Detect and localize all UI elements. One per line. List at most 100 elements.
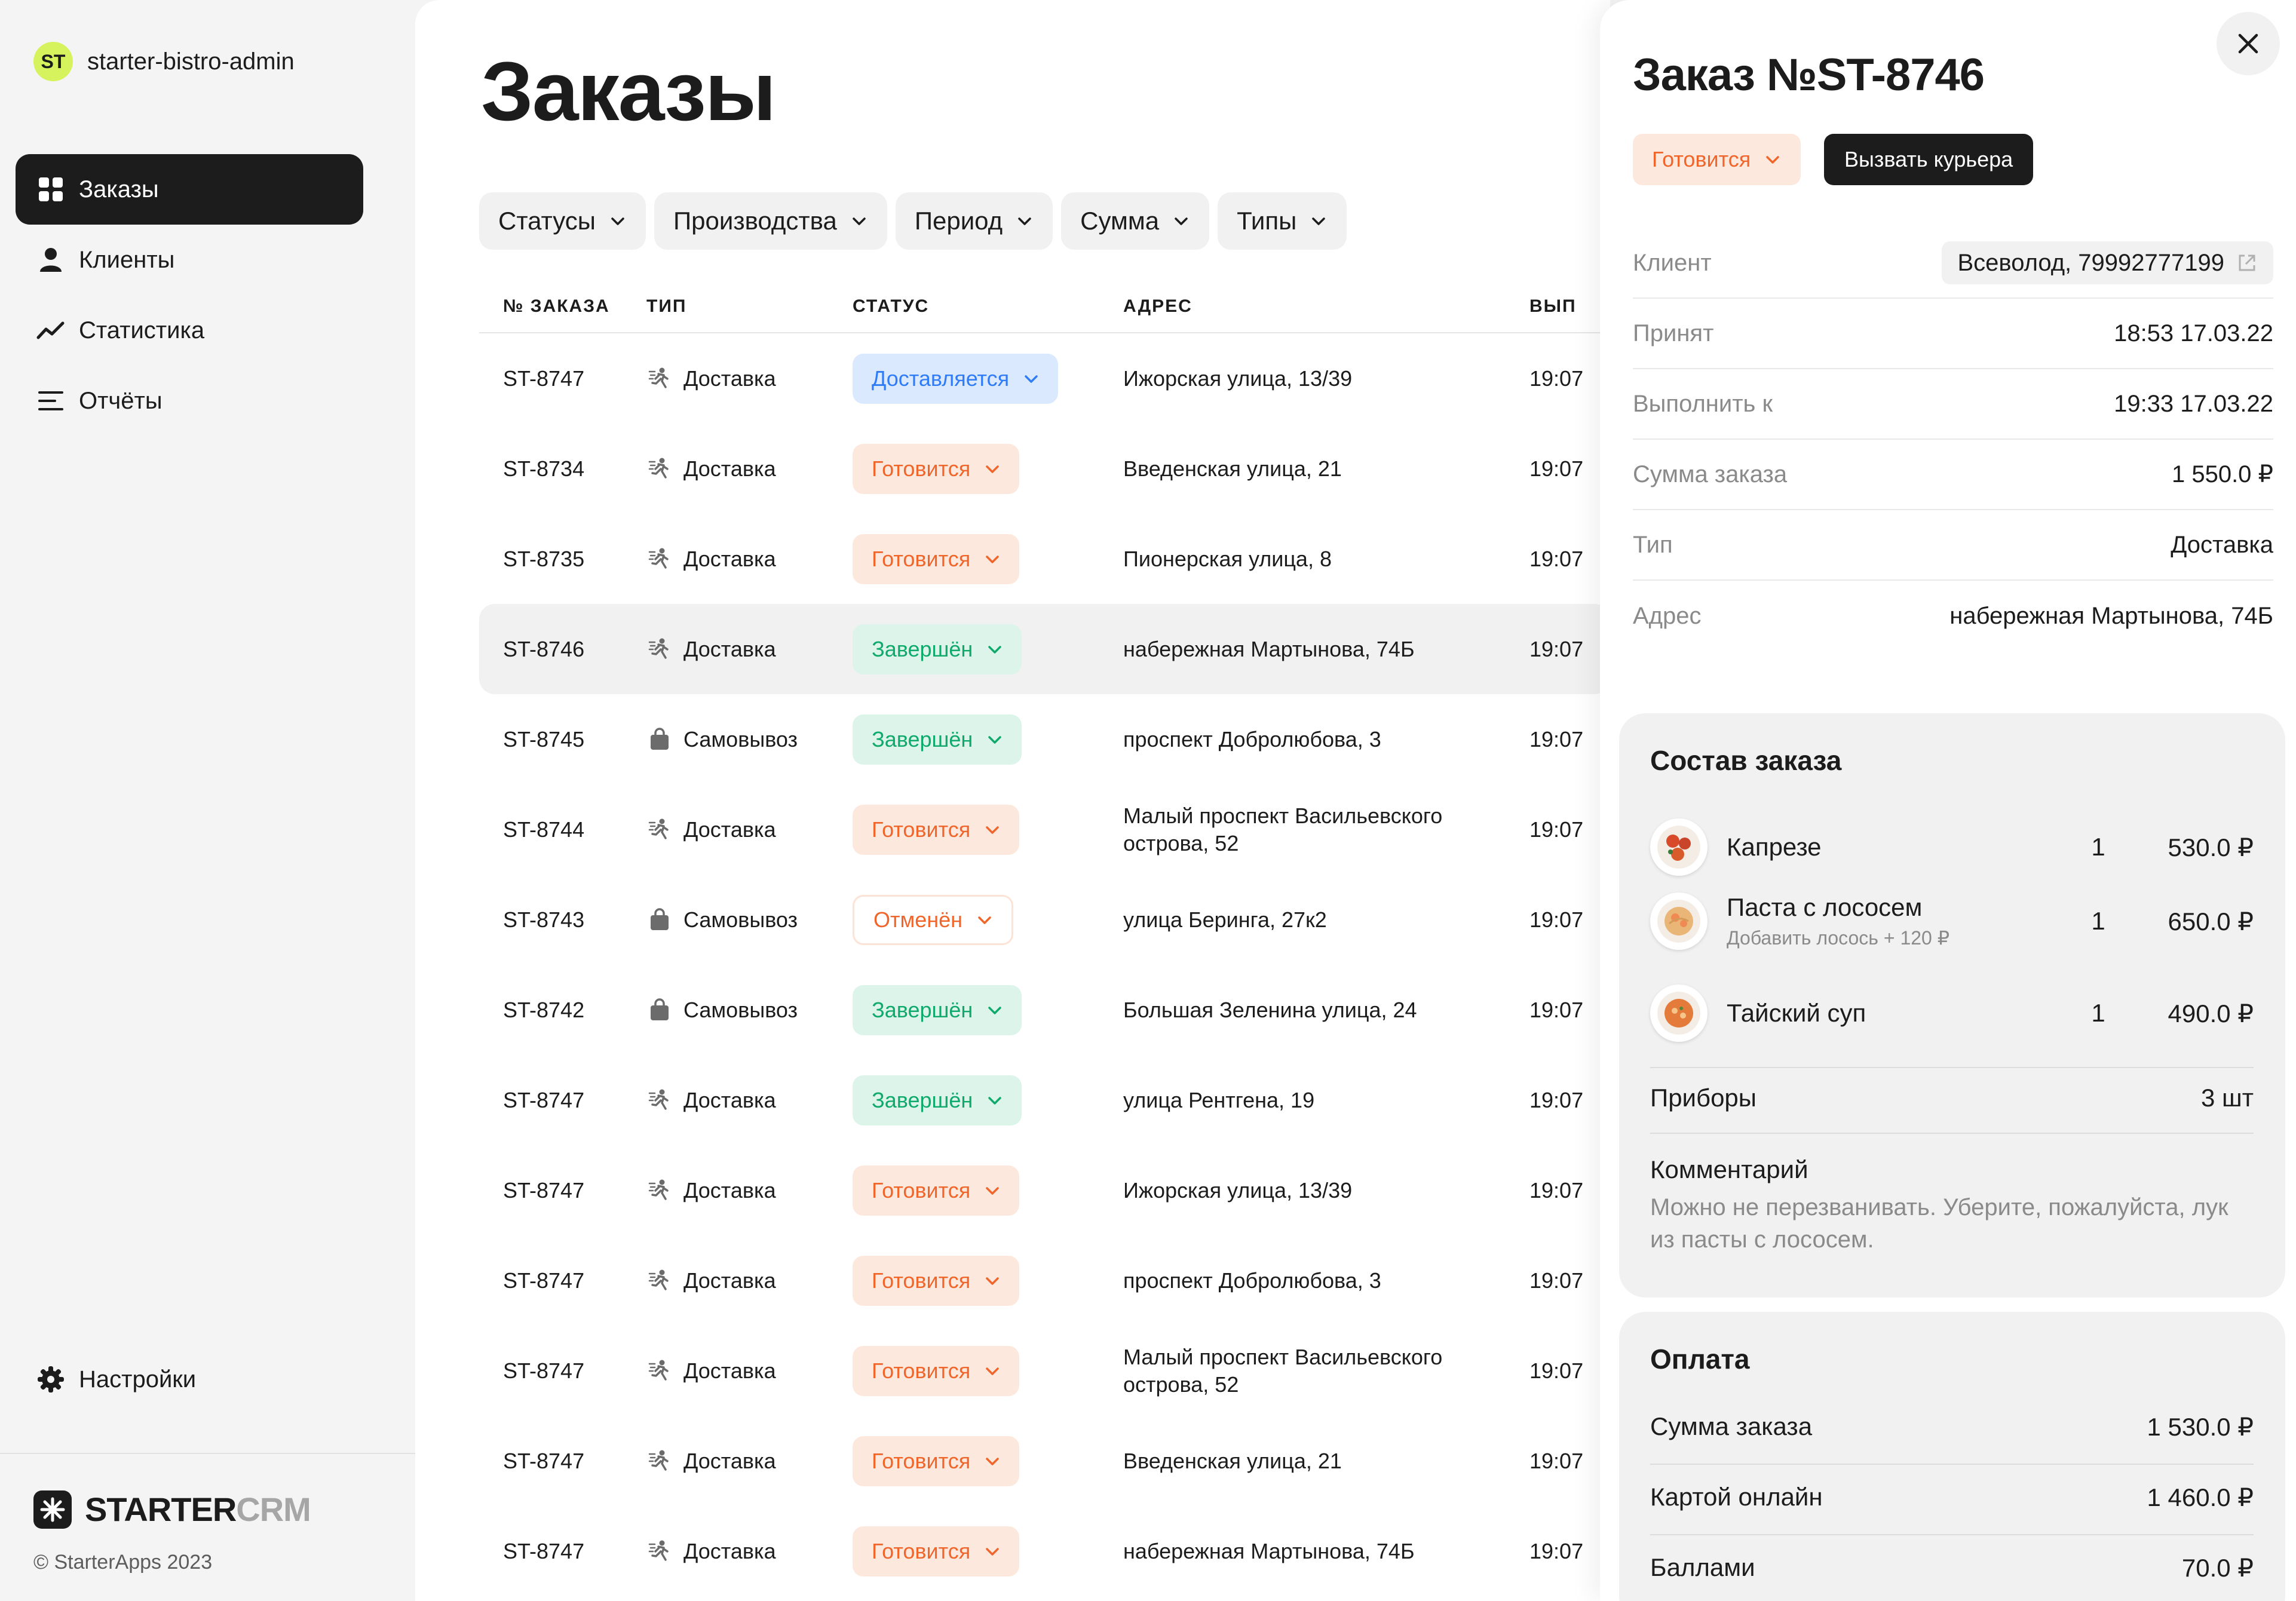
status-badge-dropdown[interactable]: Готовится [853, 1526, 1020, 1577]
status-label: Готовится [872, 546, 971, 571]
order-number: ST-8744 [503, 817, 585, 842]
table-row[interactable]: ST-8747 Доставка Готовится Введенская улица… [479, 1416, 1610, 1506]
courier-icon [646, 366, 673, 392]
order-type: Доставка [646, 366, 853, 392]
main-nav: Заказы Клиенты Статистика Отчёты [16, 154, 363, 436]
cutlery-row: Приборы 3 шт [1650, 1084, 2254, 1112]
order-address: набережная Мартынова, 74Б [1123, 636, 1415, 661]
order-number: ST-8747 [503, 1448, 585, 1473]
chevron-down-icon [986, 1367, 999, 1375]
table-row[interactable]: ST-8747 Доставка Готовится проспект Добролю… [479, 1235, 1610, 1326]
status-label: Готовится [872, 1538, 971, 1563]
courier-icon [646, 1448, 673, 1474]
status-label: Отменён [873, 907, 963, 932]
filter-bar: Статусы Производства Период Сумма Типы [479, 192, 1347, 250]
table-row[interactable]: ST-8743 Самовывоз Отменён улица Беринга, 27… [479, 875, 1610, 965]
status-badge-dropdown[interactable]: Готовится [853, 1345, 1020, 1396]
column-header-due[interactable]: ВЫП [1529, 296, 1610, 317]
order-type: Доставка [646, 1448, 853, 1474]
order-due-time: 19:07 [1529, 366, 1584, 391]
filter-statuses[interactable]: Статусы [479, 192, 646, 250]
status-label: Готовится [872, 1448, 971, 1473]
gear-icon [36, 1364, 66, 1394]
status-badge-dropdown[interactable]: Готовится [853, 443, 1020, 494]
status-badge-dropdown[interactable]: Завершён [853, 1075, 1022, 1125]
order-due-time: 19:07 [1529, 726, 1584, 752]
chevron-down-icon [988, 645, 1002, 654]
nav-item-reports[interactable]: Отчёты [16, 366, 363, 436]
divider [1650, 1067, 2254, 1068]
status-label: Завершён [872, 1087, 973, 1112]
status-badge-dropdown[interactable]: Отменён [853, 894, 1014, 945]
table-row[interactable]: ST-8742 Самовывоз Завершён Большая Зеленина… [479, 965, 1610, 1055]
nav-item-label: Отчёты [79, 387, 163, 414]
filter-amount[interactable]: Сумма [1061, 192, 1210, 250]
order-composition-card: Состав заказа Капрезе 1 530.0 ₽ Паста с … [1619, 713, 2285, 1298]
order-number: ST-8742 [503, 997, 585, 1022]
table-row[interactable]: ST-8747 Доставка Готовится Малый проспект В… [479, 1326, 1610, 1416]
table-row[interactable]: ST-8745 Самовывоз Завершён проспект Добролю… [479, 694, 1610, 784]
order-status-cell: Готовится [853, 804, 1123, 855]
order-address: набережная Мартынова, 74Б [1123, 1538, 1415, 1563]
order-status-cell: Готовится [853, 443, 1123, 494]
bag-icon [646, 907, 673, 933]
info-label: Принят [1633, 320, 1714, 346]
nav-item-settings[interactable]: Настройки [16, 1344, 363, 1415]
filter-productions[interactable]: Производства [654, 192, 887, 250]
order-type: Доставка [646, 1538, 853, 1565]
table-row[interactable]: ST-8747 Доставка Готовится набережная Марты… [479, 1506, 1610, 1596]
client-link[interactable]: Всеволод, 79992777199 [1942, 241, 2273, 284]
table-row[interactable]: ST-8747 Доставка Доставляется Ижорская улиц… [479, 333, 1610, 424]
order-due-time: 19:07 [1529, 546, 1584, 571]
close-panel-button[interactable] [2217, 12, 2280, 75]
status-badge-dropdown[interactable]: Готовится [853, 804, 1020, 855]
status-badge-dropdown[interactable]: Завершён [853, 984, 1022, 1035]
column-header-number[interactable]: № ЗАКАЗА [479, 296, 646, 317]
nav-item-statistics[interactable]: Статистика [16, 295, 363, 366]
status-badge-dropdown[interactable]: Готовится [853, 1255, 1020, 1306]
courier-icon [646, 1268, 673, 1294]
order-type-label: Доставка [683, 1358, 776, 1383]
order-type-label: Доставка [683, 817, 776, 842]
workspace-switcher[interactable]: ST starter-bistro-admin [33, 42, 295, 81]
table-row[interactable]: ST-8746 Доставка Завершён набережная Мартын… [479, 604, 1610, 694]
settings-link[interactable]: Настройки [16, 1344, 363, 1415]
filter-types[interactable]: Типы [1218, 192, 1347, 250]
order-address: проспект Добролюбова, 3 [1123, 726, 1381, 752]
order-address: улица Беринга, 27к2 [1123, 907, 1327, 932]
status-label: Готовится [872, 1177, 971, 1203]
table-row[interactable]: ST-8744 Доставка Готовится Малый проспект В… [479, 784, 1610, 875]
nav-item-orders[interactable]: Заказы [16, 154, 363, 225]
table-row[interactable]: ST-8734 Доставка Готовится Введенская улица… [479, 424, 1610, 514]
status-badge-dropdown[interactable]: Готовится [853, 1436, 1020, 1486]
status-badge-dropdown[interactable]: Готовится [853, 533, 1020, 584]
payment-value: 1 530.0 ₽ [2147, 1413, 2254, 1441]
column-header-address[interactable]: АДРЕС [1123, 293, 1529, 320]
call-courier-button[interactable]: Вызвать курьера [1824, 134, 2034, 185]
item-price: 490.0 ₽ [2168, 999, 2254, 1028]
info-row-client: Клиент Всеволод, 79992777199 [1633, 228, 2273, 299]
status-badge-dropdown[interactable]: Завершён [853, 714, 1022, 765]
order-due-time: 19:07 [1529, 1177, 1584, 1203]
order-status-dropdown[interactable]: Готовится [1633, 134, 1801, 185]
order-due-time: 19:07 [1529, 1268, 1584, 1293]
table-row[interactable]: ST-8747 Доставка Готовится Ижорская улица, … [479, 1145, 1610, 1235]
nav-item-clients[interactable]: Клиенты [16, 225, 363, 295]
column-header-status[interactable]: СТАТУС [853, 296, 1123, 317]
crm-wordmark: STARTERCRM [85, 1490, 311, 1529]
courier-icon [646, 817, 673, 843]
table-row[interactable]: ST-8747 Доставка Завершён улица Рентгена, 1… [479, 1055, 1610, 1145]
filter-period[interactable]: Период [895, 192, 1053, 250]
order-type: Доставка [646, 546, 853, 572]
order-number: ST-8747 [503, 1268, 585, 1293]
status-badge-dropdown[interactable]: Завершён [853, 624, 1022, 674]
status-badge-dropdown[interactable]: Готовится [853, 1165, 1020, 1216]
table-body: ST-8747 Доставка Доставляется Ижорская улиц… [479, 333, 1610, 1596]
table-row[interactable]: ST-8735 Доставка Готовится Пионерская улица… [479, 514, 1610, 604]
status-label: Доставляется [872, 366, 1010, 391]
divider [1650, 1133, 2254, 1134]
order-number: ST-8743 [503, 907, 585, 932]
status-badge-dropdown[interactable]: Доставляется [853, 353, 1059, 404]
column-header-type[interactable]: ТИП [646, 296, 853, 317]
order-status-cell: Завершён [853, 984, 1123, 1035]
